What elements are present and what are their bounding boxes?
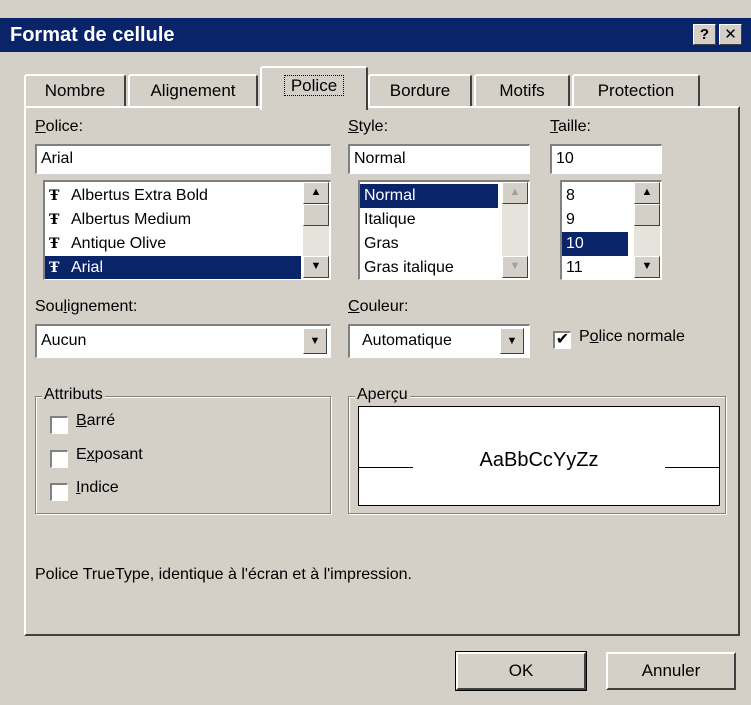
style-list-item-selected[interactable]: Normal (360, 184, 498, 208)
font-listbox[interactable]: Ŧ Albertus Extra Bold Ŧ Albertus Medium ŦA… (43, 180, 331, 280)
tab-label: Protection (597, 81, 675, 100)
font-list-item[interactable]: Ŧ Antique Olive (45, 232, 301, 256)
preview-box: AaBbCcYyZz (358, 406, 720, 506)
superscript-checkbox[interactable] (50, 450, 68, 468)
tab-strip: Nombre Alignement Police Bordure Motifs … (24, 66, 714, 110)
chevron-down-icon[interactable]: ▼ (303, 328, 327, 354)
truetype-icon: Ŧ (49, 260, 60, 276)
size-list-item[interactable]: 9 (562, 208, 628, 232)
font-label: Police: (35, 118, 84, 135)
title-bar: Format de cellule ? ✕ (0, 18, 751, 52)
scroll-down-arrow-icon[interactable]: ▼ (502, 256, 528, 278)
underline-label: Soulignement: (35, 298, 138, 315)
normal-font-checkbox[interactable]: ✔ (553, 331, 571, 349)
tab-label: Nombre (44, 81, 106, 100)
color-value: Automatique (362, 332, 452, 349)
font-description: Police TrueType, identique à l'écran et … (35, 566, 412, 583)
style-label: Style: (348, 118, 389, 135)
cancel-button[interactable]: Annuler (606, 652, 736, 690)
style-list-item[interactable]: Italique (360, 208, 498, 232)
style-input[interactable]: Normal (348, 144, 530, 174)
subscript-label[interactable]: Indice (76, 479, 119, 497)
tab-label: Bordure (389, 81, 451, 100)
tab-motifs[interactable]: Motifs (474, 74, 570, 108)
preview-sample-text: AaBbCcYyZz (479, 449, 599, 471)
size-list-item-selected[interactable]: 10 (562, 232, 628, 256)
font-list-item[interactable]: Ŧ Albertus Extra Bold (45, 184, 301, 208)
attributes-title: Attributs (42, 386, 105, 404)
strikethrough-checkbox[interactable] (50, 416, 68, 434)
color-label: Couleur: (348, 298, 409, 315)
font-list-item-selected[interactable]: Ŧ Arial (45, 256, 301, 279)
tab-nombre[interactable]: Nombre (24, 74, 126, 108)
underline-value: Aucun (41, 332, 87, 349)
scroll-up-arrow-icon[interactable]: ▲ (303, 182, 329, 204)
underline-select[interactable]: Aucun (35, 324, 331, 358)
scroll-down-arrow-icon[interactable]: ▼ (303, 256, 329, 278)
tab-label: Police (283, 75, 345, 96)
scroll-up-arrow-icon[interactable]: ▲ (634, 182, 660, 204)
tab-label: Alignement (150, 81, 236, 100)
tab-label: Motifs (499, 81, 545, 100)
font-scrollbar[interactable]: ▲ ▼ (303, 182, 329, 278)
tab-police[interactable]: Police (260, 66, 368, 110)
subscript-checkbox[interactable] (50, 483, 68, 501)
size-label: Taille: (550, 118, 591, 135)
format-cells-dialog: Format de cellule ? ✕ Nombre Alignement … (0, 0, 751, 705)
scroll-down-arrow-icon[interactable]: ▼ (634, 256, 660, 278)
font-name-input[interactable]: Arial (35, 144, 331, 174)
style-list-item[interactable]: Gras italique (360, 256, 498, 279)
size-listbox[interactable]: 8 9 10 11 ▲ ▼ (560, 180, 662, 280)
style-list-item[interactable]: Gras (360, 232, 498, 256)
size-list-item[interactable]: 8 (562, 184, 628, 208)
truetype-icon: Ŧ (49, 212, 60, 228)
font-list-item[interactable]: Ŧ Albertus Medium (45, 208, 301, 232)
normal-font-label[interactable]: Police normale (579, 328, 685, 346)
style-listbox[interactable]: Normal Italique Gras Gras italique ▲ ▼ (358, 180, 530, 280)
close-button[interactable]: ✕ (719, 24, 742, 45)
tab-alignement[interactable]: Alignement (128, 74, 258, 108)
style-scrollbar[interactable]: ▲ ▼ (502, 182, 528, 278)
strikethrough-label[interactable]: Barré (76, 412, 115, 430)
size-list-item[interactable]: 11 (562, 256, 628, 279)
size-input[interactable]: 10 (550, 144, 662, 174)
tab-bordure[interactable]: Bordure (368, 74, 472, 108)
chevron-down-icon[interactable]: ▼ (500, 328, 524, 354)
scroll-up-arrow-icon[interactable]: ▲ (502, 182, 528, 204)
truetype-icon: Ŧ (49, 236, 60, 252)
preview-title: Aperçu (355, 386, 410, 404)
superscript-label[interactable]: Exposant (76, 446, 143, 464)
size-scrollbar[interactable]: ▲ ▼ (634, 182, 660, 278)
ok-button[interactable]: OK (455, 651, 587, 691)
scrollbar-thumb[interactable] (634, 204, 660, 226)
tab-protection[interactable]: Protection (572, 74, 700, 108)
dialog-title: Format de cellule (10, 24, 175, 46)
scrollbar-thumb[interactable] (303, 204, 329, 226)
help-button[interactable]: ? (693, 24, 716, 45)
truetype-icon: Ŧ (49, 188, 60, 204)
